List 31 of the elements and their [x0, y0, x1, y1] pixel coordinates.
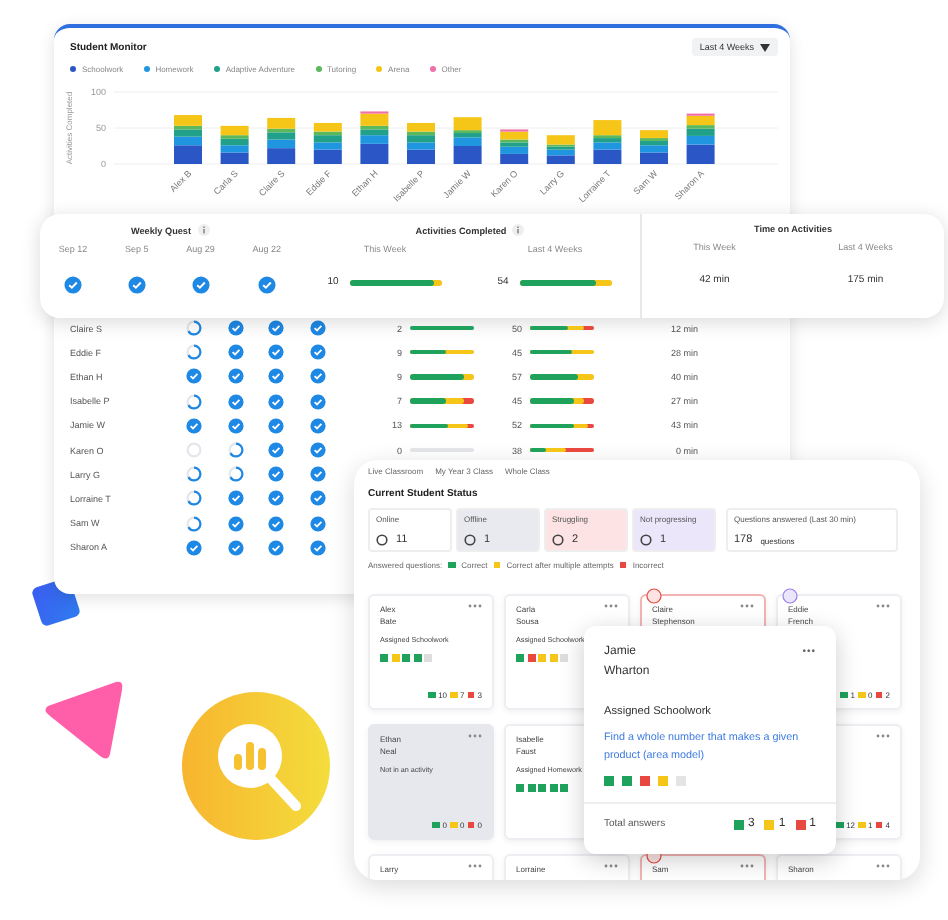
activity-bar [350, 279, 443, 285]
answer-square [428, 691, 436, 699]
activity-bar [520, 279, 613, 285]
info-icon[interactable] [512, 224, 525, 236]
answer-square [858, 691, 866, 699]
answer-square [840, 691, 848, 699]
activity-bar [530, 398, 594, 404]
caret-icon [760, 43, 770, 51]
activity-bar [530, 447, 594, 453]
magnifier-chart-icon [180, 690, 332, 842]
activity-bar [410, 350, 474, 355]
answer-square [858, 821, 866, 829]
answer-square [836, 821, 844, 829]
activity-bar [530, 350, 594, 355]
answer-square [450, 691, 458, 699]
answer-square [875, 691, 883, 699]
activity-bar [410, 374, 474, 380]
answer-square [467, 821, 475, 829]
activity-bar [530, 374, 594, 380]
activity-bar [410, 398, 474, 404]
person-badge-icon [782, 588, 798, 604]
activity-bar [410, 423, 474, 429]
activity-bar [530, 423, 594, 429]
activity-bar [410, 325, 474, 331]
answer-square [450, 821, 458, 829]
answer-square [467, 691, 475, 699]
activity-bar [530, 325, 594, 331]
alert-badge-icon [646, 588, 662, 604]
info-icon[interactable] [197, 224, 210, 236]
answer-square [432, 821, 440, 829]
answer-square [875, 821, 883, 829]
